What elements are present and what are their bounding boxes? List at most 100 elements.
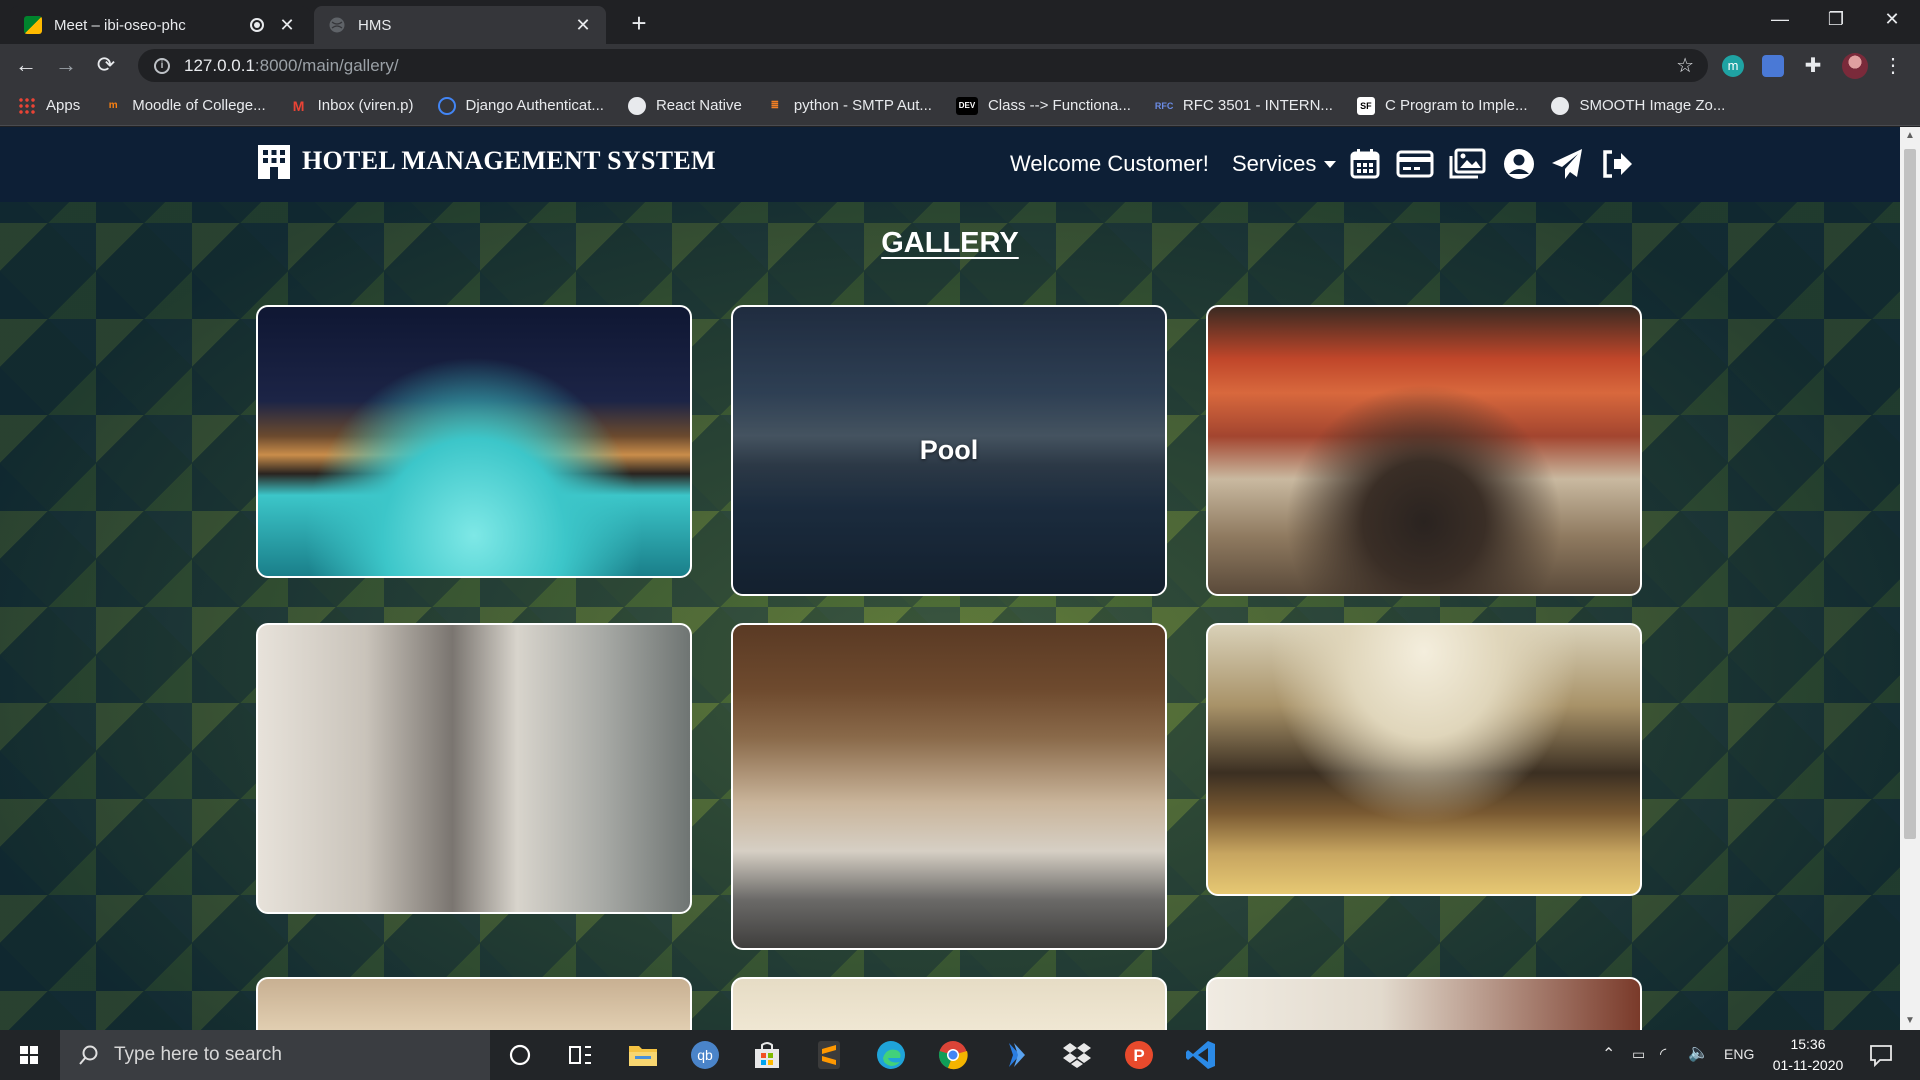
tab-meet[interactable]: Meet – ibi-oseo-phc ✕ bbox=[10, 6, 310, 44]
bookmark-python-smtp[interactable]: ≣ python - SMTP Aut... bbox=[766, 97, 932, 115]
gallery-caption bbox=[733, 625, 1165, 948]
vscode-icon[interactable] bbox=[1184, 1038, 1218, 1072]
globe-icon bbox=[1551, 96, 1570, 115]
django-icon bbox=[437, 96, 456, 115]
svg-text:P: P bbox=[1133, 1046, 1144, 1065]
address-bar[interactable]: i 127.0.0.1:8000/main/gallery/ ☆ bbox=[138, 49, 1708, 82]
qbittorrent-icon[interactable]: qb bbox=[688, 1038, 722, 1072]
bookmark-class-functional[interactable]: DEV Class --> Functiona... bbox=[955, 96, 1131, 115]
gallery-caption bbox=[1208, 979, 1640, 1030]
new-tab-button[interactable]: + bbox=[624, 8, 654, 38]
bookmark-inbox[interactable]: M Inbox (viren.p) bbox=[290, 97, 414, 115]
stackoverflow-icon: ≣ bbox=[770, 99, 779, 111]
recording-icon bbox=[250, 18, 264, 32]
dropbox-icon[interactable] bbox=[1060, 1038, 1094, 1072]
services-dropdown[interactable]: Services bbox=[1232, 151, 1337, 177]
bookmark-c-program[interactable]: SF C Program to Imple... bbox=[1356, 96, 1527, 115]
gallery-card-suite[interactable] bbox=[1206, 977, 1642, 1030]
scrollbar-thumb[interactable] bbox=[1904, 149, 1916, 839]
bookmark-react-native[interactable]: React Native bbox=[627, 96, 742, 115]
paper-plane-icon[interactable] bbox=[1550, 147, 1584, 181]
apps-grid-icon bbox=[18, 96, 36, 115]
browser-menu-icon[interactable]: ⋮ bbox=[1882, 55, 1904, 77]
tab-title: Meet – ibi-oseo-phc bbox=[54, 16, 186, 34]
scroll-down-arrow[interactable]: ▼ bbox=[1900, 1012, 1920, 1030]
back-button[interactable]: ← bbox=[12, 52, 40, 80]
meet-icon bbox=[24, 16, 42, 34]
dev-icon: DEV bbox=[955, 96, 978, 115]
windows-start-icon[interactable] bbox=[0, 1030, 58, 1080]
cortana-icon[interactable] bbox=[503, 1038, 537, 1072]
close-tab-icon[interactable]: ✕ bbox=[278, 15, 296, 36]
calendar-icon[interactable] bbox=[1348, 147, 1382, 181]
postman-p-icon[interactable]: P bbox=[1122, 1038, 1156, 1072]
minimize-button[interactable]: — bbox=[1752, 0, 1808, 40]
bookmark-star-icon[interactable]: ☆ bbox=[1676, 53, 1694, 78]
gallery-card-pool[interactable]: Pool bbox=[731, 305, 1167, 596]
services-label: Services bbox=[1232, 151, 1317, 176]
profile-avatar[interactable] bbox=[1842, 53, 1868, 79]
power-automate-icon[interactable] bbox=[998, 1038, 1032, 1072]
bookmark-label: Moodle of College... bbox=[132, 97, 266, 114]
moodle-icon: m bbox=[108, 99, 118, 111]
gallery-caption bbox=[258, 625, 690, 912]
gallery-caption bbox=[733, 979, 1165, 1030]
logout-icon[interactable] bbox=[1600, 147, 1634, 181]
sf-icon: SF bbox=[1356, 96, 1375, 115]
hotel-icon bbox=[258, 145, 290, 179]
battery-icon[interactable]: ▭ bbox=[1632, 1046, 1645, 1063]
bookmark-smooth-image[interactable]: SMOOTH Image Zo... bbox=[1551, 96, 1725, 115]
credit-card-icon[interactable] bbox=[1396, 147, 1434, 181]
gallery-icon[interactable] bbox=[1448, 147, 1486, 181]
bookmark-apps[interactable]: Apps bbox=[18, 96, 80, 115]
bookmark-moodle[interactable]: m Moodle of College... bbox=[104, 97, 266, 115]
sublime-text-icon[interactable] bbox=[812, 1038, 846, 1072]
reload-button[interactable]: ⟳ bbox=[92, 52, 120, 80]
search-icon bbox=[79, 1045, 98, 1065]
bookmark-rfc-3501[interactable]: RFC RFC 3501 - INTERN... bbox=[1155, 97, 1333, 115]
globe-icon bbox=[627, 96, 646, 115]
windows-taskbar: Type here to search qb P ⌃ ▭ ◜ 🔈 ENG 15:… bbox=[0, 1030, 1920, 1080]
bookmark-label: Django Authenticat... bbox=[465, 97, 604, 114]
gallery-caption bbox=[258, 979, 690, 1030]
tray-expand-icon[interactable]: ⌃ bbox=[1602, 1044, 1615, 1064]
task-view-icon[interactable] bbox=[563, 1038, 597, 1072]
clock-date: 01-11-2020 bbox=[1772, 1057, 1844, 1073]
gallery-caption bbox=[1208, 625, 1640, 894]
brand-link[interactable]: HOTEL MANAGEMENT SYSTEM bbox=[256, 143, 716, 179]
gallery-card-lobby[interactable] bbox=[1206, 623, 1642, 896]
gallery-card-pool-night[interactable] bbox=[256, 305, 692, 578]
microsoft-store-icon[interactable] bbox=[750, 1038, 784, 1072]
gallery-card-lounge[interactable] bbox=[731, 623, 1167, 950]
close-tab-icon[interactable]: ✕ bbox=[574, 15, 592, 36]
bookmark-label: python - SMTP Aut... bbox=[793, 97, 932, 114]
translate-icon[interactable] bbox=[1762, 55, 1784, 77]
bookmark-label: React Native bbox=[655, 97, 742, 114]
user-circle-icon[interactable] bbox=[1502, 147, 1536, 181]
tab-hms[interactable]: HMS ✕ bbox=[314, 6, 606, 44]
edge-icon[interactable] bbox=[874, 1038, 908, 1072]
forward-button[interactable]: → bbox=[52, 52, 80, 80]
scroll-up-arrow[interactable]: ▲ bbox=[1900, 127, 1920, 145]
close-window-button[interactable]: ✕ bbox=[1864, 0, 1920, 40]
restore-button[interactable]: ❐ bbox=[1808, 0, 1864, 40]
page-scrollbar[interactable]: ▲ ▼ bbox=[1900, 127, 1920, 1030]
gallery-card-buffet[interactable] bbox=[256, 623, 692, 914]
extensions-puzzle-icon[interactable]: ✚ bbox=[1802, 55, 1824, 77]
chrome-icon[interactable] bbox=[936, 1038, 970, 1072]
page-title: GALLERY bbox=[881, 227, 1019, 259]
file-explorer-icon[interactable] bbox=[626, 1038, 660, 1072]
notification-center-icon[interactable] bbox=[1868, 1042, 1894, 1068]
language-indicator[interactable]: ENG bbox=[1724, 1046, 1754, 1062]
extension-m-icon[interactable]: m bbox=[1722, 55, 1744, 77]
system-clock[interactable]: 15:36 01-11-2020 bbox=[1763, 1034, 1853, 1076]
bookmark-django[interactable]: Django Authenticat... bbox=[437, 96, 604, 115]
gallery-card-chandelier-room[interactable] bbox=[731, 977, 1167, 1030]
gallery-card-banquet[interactable] bbox=[1206, 305, 1642, 596]
network-icon[interactable]: ◜ bbox=[1660, 1044, 1666, 1064]
gallery-card-ceiling-room[interactable] bbox=[256, 977, 692, 1030]
gallery-caption: Pool bbox=[919, 435, 979, 465]
volume-icon[interactable]: 🔈 bbox=[1688, 1043, 1709, 1063]
taskbar-search-box[interactable]: Type here to search bbox=[60, 1030, 490, 1080]
site-info-icon[interactable]: i bbox=[154, 57, 170, 74]
